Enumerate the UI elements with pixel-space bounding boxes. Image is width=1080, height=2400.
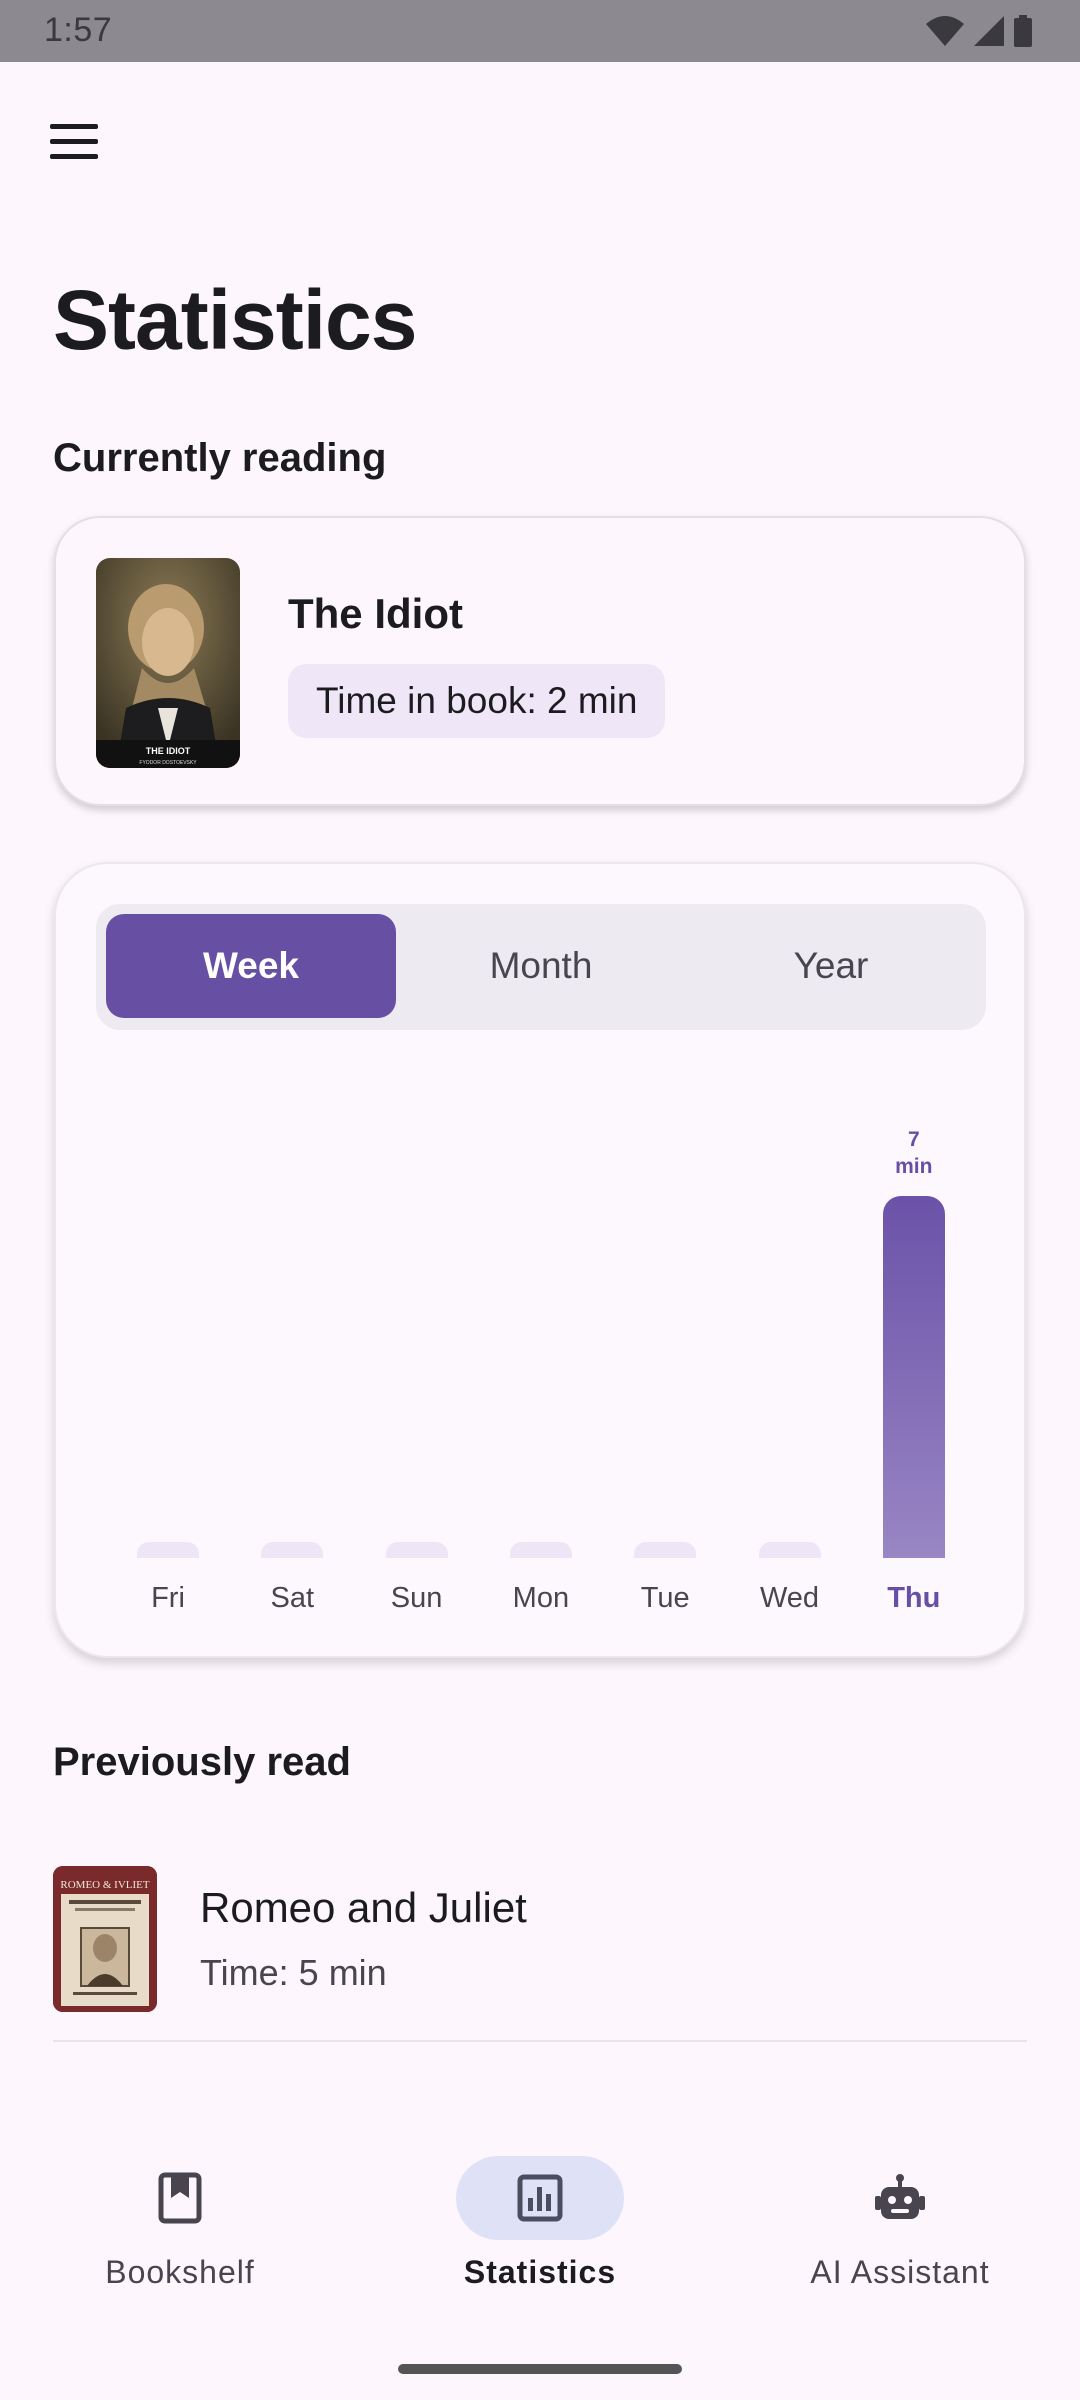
book-cover: ROMEO & IVLIET xyxy=(53,1866,157,2012)
bar-wed xyxy=(758,1542,821,1558)
home-indicator[interactable] xyxy=(398,2364,682,2374)
nav-label-ai-assistant: AI Assistant xyxy=(810,2254,990,2290)
bottom-navigation: Bookshelf Statistics AI Assistant xyxy=(0,2140,1080,2400)
page-title: Statistics xyxy=(53,273,417,367)
day-label-fri: Fri xyxy=(151,1582,185,1614)
bar-thu xyxy=(882,1196,945,1558)
status-icons xyxy=(926,15,1032,47)
cover-title-text: ROMEO & IVLIET xyxy=(60,1879,149,1891)
menu-icon[interactable] xyxy=(44,124,104,172)
bar-sat xyxy=(261,1542,324,1558)
previously-read-heading: Previously read xyxy=(53,1740,351,1784)
day-label-sun: Sun xyxy=(390,1582,443,1614)
bar-tue xyxy=(634,1542,697,1558)
wifi-icon xyxy=(926,16,964,46)
day-label-wed: Wed xyxy=(759,1582,820,1614)
bar-value-label: 7 min xyxy=(895,1128,933,1178)
previous-book-time: Time: 5 min xyxy=(200,1952,387,1993)
cover-title-text: THE IDIOT xyxy=(146,746,191,756)
battery-icon xyxy=(1014,15,1032,47)
reading-stats-card: Week Month Year Fri Sat Sun Mon Tue Wed 7 min Th… xyxy=(54,862,1026,1658)
current-book-card[interactable]: THE IDIOT FYODOR DOSTOEVSKY The Idiot Ti… xyxy=(54,516,1026,806)
bar-chart-icon xyxy=(517,2174,563,2222)
list-item[interactable]: ROMEO & IVLIET Romeo and Juliet Time: 5 … xyxy=(53,1866,1027,2042)
nav-label-statistics: Statistics xyxy=(463,2254,617,2290)
nav-ai-assistant[interactable]: AI Assistant xyxy=(720,2140,1080,2290)
weekly-bar-chart: Fri Sat Sun Mon Tue Wed 7 min Thu xyxy=(56,864,1028,1660)
time-in-book-chip: Time in book: 2 min xyxy=(288,664,666,738)
robot-icon xyxy=(875,2174,925,2219)
previous-book-title: Romeo and Juliet xyxy=(200,1884,527,1931)
day-label-thu: Thu xyxy=(887,1582,941,1614)
bookmark-book-icon xyxy=(158,2172,202,2224)
cover-author-text: FYODOR DOSTOEVSKY xyxy=(139,760,197,766)
bar-sun xyxy=(385,1542,448,1558)
nav-label-bookshelf: Bookshelf xyxy=(105,2254,255,2290)
day-label-tue: Tue xyxy=(640,1582,690,1614)
book-cover: THE IDIOT FYODOR DOSTOEVSKY xyxy=(96,558,240,768)
signal-icon xyxy=(974,16,1004,46)
day-label-sat: Sat xyxy=(270,1582,315,1614)
status-time: 1:57 xyxy=(44,11,113,49)
status-bar: 1:57 xyxy=(0,0,1080,62)
bar-mon xyxy=(509,1542,572,1558)
currently-reading-heading: Currently reading xyxy=(53,436,387,480)
current-book-title: The Idiot xyxy=(288,590,463,637)
nav-statistics[interactable]: Statistics xyxy=(360,2140,720,2290)
nav-bookshelf[interactable]: Bookshelf xyxy=(0,2140,360,2290)
bar-fri xyxy=(137,1542,199,1558)
day-label-mon: Mon xyxy=(512,1582,570,1614)
